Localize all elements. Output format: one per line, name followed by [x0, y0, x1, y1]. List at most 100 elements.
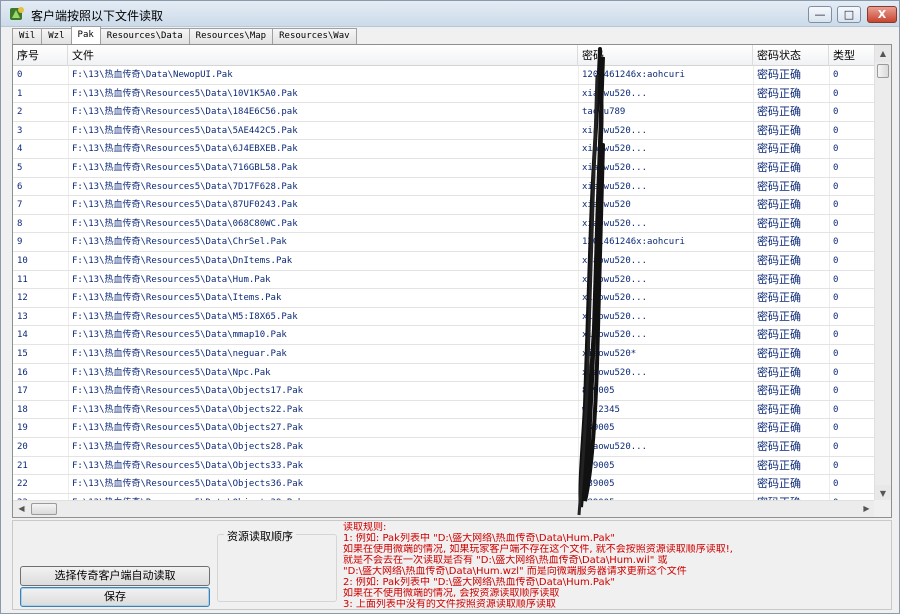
cell-file: F:\13\热血传奇\Resources5\Data\716GBL58.Pak	[72, 163, 298, 173]
cell-password: xiaowu520...	[582, 293, 648, 304]
tab-resources-wav[interactable]: Resources\Wav	[272, 28, 357, 44]
table-row[interactable]: 15 F:\13\热血传奇\Resources5\Data\neguar.Pak x…	[13, 345, 875, 364]
cell-file: F:\13\热血传奇\Resources5\Data\M5:I8X65.Pak	[72, 311, 298, 322]
table-row[interactable]: 3 F:\13\热血传奇\Resources5\Data\5AE442C5.Pak…	[13, 122, 875, 141]
cell-type: 0	[833, 274, 839, 285]
table-row[interactable]: 9 F:\13\热血传奇\Resources5\Data\ChrSel.Pak 12…	[13, 233, 875, 252]
cell-index: 4	[17, 144, 23, 155]
close-button[interactable]: X	[867, 6, 897, 23]
cell-file: F:\13\热血传奇\Resources5\Data\5AE442C5.Pak	[72, 125, 298, 136]
rule-line: "D:\盛大网络\热血传奇\Data\Hum.wzl" 而是向微端服务器请求更新…	[343, 566, 687, 577]
maximize-button[interactable]: □	[837, 6, 861, 23]
cell-status: 密码正确	[757, 216, 801, 230]
column-header-index[interactable]: 序号	[13, 45, 68, 66]
cell-file: F:\13\热血传奇\Resources5\Data\10V1K5A0.Pak	[72, 88, 298, 99]
table-row[interactable]: 19 F:\13\热血传奇\Resources5\Data\Objects27.P…	[13, 419, 875, 438]
cell-password: 889005	[582, 423, 615, 434]
cell-password: xiaowu520...	[582, 256, 648, 266]
tab-resources-map[interactable]: Resources\Map	[188, 28, 274, 44]
table-row[interactable]: 7 F:\13\热血传奇\Resources5\Data\87UF0243.Pak…	[13, 196, 875, 215]
rule-line: 1: 例如: Pak列表中 "D:\盛大网络\热血传奇\Data\Hum.Pak…	[343, 533, 616, 544]
cell-password: 1201461246x:aohcuri	[582, 237, 685, 248]
table-row[interactable]: 14 F:\13\热血传奇\Resources5\Data\mmap10.Pak x…	[13, 326, 875, 345]
cell-type: 0	[833, 460, 839, 471]
cell-index: 6	[17, 181, 23, 192]
table-row[interactable]: 17 F:\13\热血传奇\Resources5\Data\Objects17.P…	[13, 382, 875, 401]
resource-order-group: 资源读取顺序	[217, 528, 337, 602]
table-row[interactable]: 6 F:\13\热血传奇\Resources5\Data\7D17F628.Pak…	[13, 178, 875, 197]
main-window: 客户端按照以下文件读取 — □ X Wil Wzl Pak Resources\Dat…	[0, 0, 900, 614]
tab-resources-data[interactable]: Resources\Data	[99, 28, 190, 44]
cell-type: 0	[833, 88, 839, 99]
cell-status: 密码正确	[757, 402, 801, 416]
table-row[interactable]: 13 F:\13\热血传奇\Resources5\Data\M5:I8X65.Pa…	[13, 308, 875, 327]
cell-password: wx12345	[582, 404, 620, 415]
cell-status: 密码正确	[757, 384, 801, 398]
cell-file: F:\13\热血传奇\Resources5\Data\mmap10.Pak	[72, 330, 287, 341]
cell-index: 12	[17, 293, 28, 304]
table-row[interactable]: 1 F:\13\热血传奇\Resources5\Data\10V1K5A0.Pak…	[13, 85, 875, 104]
vertical-scroll-thumb[interactable]	[877, 64, 889, 78]
cell-index: 22	[17, 479, 28, 490]
cell-file: F:\13\热血传奇\Resources5\Data\neguar.Pak	[72, 349, 287, 359]
cell-file: F:\13\热血传奇\Resources5\Data\6J4EBXEB.Pak	[72, 144, 298, 155]
column-header-file[interactable]: 文件	[68, 45, 578, 66]
scroll-left-arrow-icon[interactable]: ◀	[13, 501, 30, 517]
cell-file: F:\13\热血传奇\Resources5\Data\Objects22.Pak	[72, 404, 304, 415]
rule-line: 3: 上面列表中没有的文件按照资源读取顺序读取	[343, 599, 556, 610]
table-row[interactable]: 18 F:\13\热血传奇\Resources5\Data\Objects22.P…	[13, 401, 875, 420]
save-button[interactable]: 保存	[20, 587, 210, 607]
cell-index: 19	[17, 423, 28, 434]
minimize-button[interactable]: —	[808, 6, 832, 23]
cell-password: xiaowu520...	[582, 442, 648, 452]
table-row[interactable]: 20 F:\13\热血传奇\Resources5\Data\Objects28.P…	[13, 438, 875, 457]
cell-index: 8	[17, 218, 23, 229]
cell-file: F:\13\热血传奇\Resources5\Data\Items.Pak	[72, 293, 282, 304]
rule-line: 就是不会去在一次读取是否有 "D:\盛大网络\热血传奇\Data\Hum.wil…	[343, 555, 668, 566]
cell-index: 20	[17, 442, 28, 452]
column-header-status[interactable]: 密码状态	[753, 45, 829, 66]
title-bar[interactable]: 客户端按照以下文件读取 — □ X	[1, 1, 899, 27]
file-list[interactable]: 序号 文件 密码 密码状态 类型 0 F:\13\热血传奇\Data\NewopU…	[12, 44, 892, 518]
rule-line: 如果在使用微端的情况, 如果玩家客户端不存在这个文件, 就不会按照资源读取顺序读…	[343, 544, 733, 555]
table-row[interactable]: 11 F:\13\热血传奇\Resources5\Data\Hum.Pak xiao…	[13, 271, 875, 290]
cell-type: 0	[833, 404, 839, 415]
vertical-scrollbar[interactable]: ▲ ▼	[874, 45, 891, 502]
cell-type: 0	[833, 256, 839, 266]
list-body: 0 F:\13\热血传奇\Data\NewopUI.Pak 1201461246x:…	[13, 66, 875, 502]
rule-line: 读取规则:	[343, 522, 387, 533]
table-row[interactable]: 2 F:\13\热血传奇\Resources5\Data\184E6C56.pak…	[13, 103, 875, 122]
cell-index: 17	[17, 386, 28, 397]
cell-password: xiaowu520...	[582, 274, 648, 285]
cell-type: 0	[833, 181, 839, 192]
cell-password: 1201461246x:aohcuri	[582, 70, 685, 80]
horizontal-scroll-thumb[interactable]	[31, 503, 57, 515]
table-row[interactable]: 12 F:\13\热血传奇\Resources5\Data\Items.Pak xi…	[13, 289, 875, 308]
horizontal-scrollbar[interactable]: ◀ ▶	[13, 500, 875, 517]
scroll-right-arrow-icon[interactable]: ▶	[858, 501, 875, 517]
column-header-type[interactable]: 类型	[829, 45, 875, 66]
table-row[interactable]: 0 F:\13\热血传奇\Data\NewopUI.Pak 1201461246x:…	[13, 66, 875, 85]
table-row[interactable]: 5 F:\13\热血传奇\Resources5\Data\716GBL58.Pak…	[13, 159, 875, 178]
cell-password: 889005	[582, 479, 615, 490]
column-header-password[interactable]: 密码	[578, 45, 753, 66]
tab-pak[interactable]: Pak	[70, 26, 101, 44]
table-row[interactable]: 21 F:\13\热血传奇\Resources5\Data\Objects33.P…	[13, 457, 875, 476]
cell-password: taowu789	[582, 107, 626, 118]
table-row[interactable]: 10 F:\13\热血传奇\Resources5\Data\DnItems.Pak…	[13, 252, 875, 271]
cell-type: 0	[833, 163, 839, 173]
cell-index: 9	[17, 237, 23, 248]
table-row[interactable]: 8 F:\13\热血传奇\Resources5\Data\068C80WC.Pak…	[13, 215, 875, 234]
table-row[interactable]: 16 F:\13\热血传奇\Resources5\Data\Npc.Pak xiao…	[13, 364, 875, 383]
table-row[interactable]: 22 F:\13\热血传奇\Resources5\Data\Objects36.P…	[13, 475, 875, 494]
tab-wzl[interactable]: Wzl	[41, 28, 72, 44]
cell-type: 0	[833, 70, 839, 80]
scroll-up-arrow-icon[interactable]: ▲	[875, 45, 891, 62]
cell-index: 10	[17, 256, 28, 266]
list-header: 序号 文件 密码 密码状态 类型	[13, 45, 875, 66]
tab-wil[interactable]: Wil	[12, 28, 43, 44]
cell-index: 1	[17, 88, 23, 99]
table-row[interactable]: 4 F:\13\热血传奇\Resources5\Data\6J4EBXEB.Pak…	[13, 140, 875, 159]
auto-read-client-button[interactable]: 选择传奇客户端自动读取	[20, 566, 210, 586]
cell-password: 889005	[582, 460, 615, 471]
